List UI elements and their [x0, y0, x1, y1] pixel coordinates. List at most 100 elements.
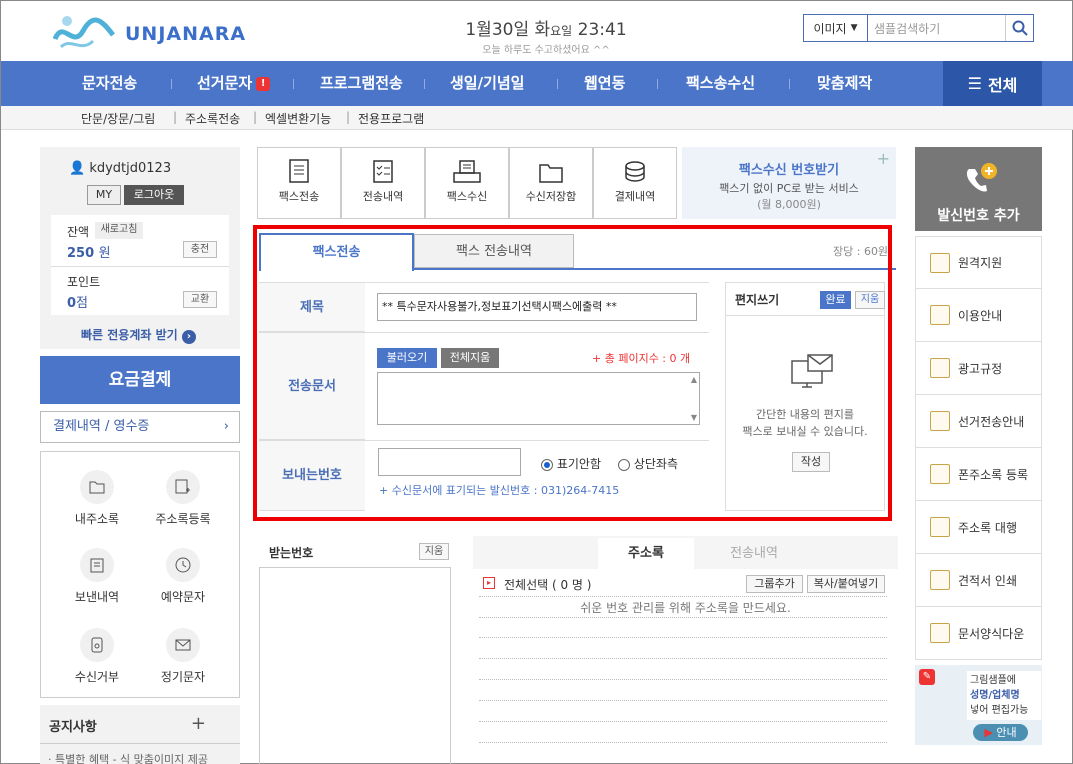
- nav-item-election[interactable]: 선거문자!: [197, 61, 271, 106]
- notice-panel: 공지사항 + · 특별한 혜택 - 식 맞춤이미지 제공: [40, 705, 240, 764]
- notice-title: 공지사항: [49, 720, 97, 735]
- nav-divider: [657, 79, 658, 89]
- logo-wave-icon: [53, 16, 115, 49]
- checkbox-icon[interactable]: ▸: [483, 577, 495, 589]
- plus-icon: +: [876, 149, 890, 168]
- nav-item-web[interactable]: 웹연동: [584, 61, 625, 106]
- pay-button[interactable]: 요금결제: [40, 356, 240, 404]
- subnav-item-exclusive[interactable]: 전용프로그램: [358, 110, 424, 127]
- notice-divider: [40, 743, 240, 744]
- tile-fax-send[interactable]: 팩스전송: [257, 147, 341, 219]
- mail-icon: [166, 628, 200, 662]
- nav-item-custom[interactable]: 맞춤제작: [817, 61, 872, 106]
- search-input[interactable]: 샘플검색하기: [868, 15, 1005, 41]
- nav-divider: [171, 79, 172, 89]
- search-type-select[interactable]: 이미지 ▼: [804, 15, 868, 41]
- link-label: 선거전송안내: [958, 414, 1025, 429]
- subnav-divider: |: [346, 110, 351, 124]
- tile-inbox[interactable]: 수신저장함: [509, 147, 593, 219]
- tile-label: 전송내역: [362, 190, 404, 203]
- search-bar: 이미지 ▼ 샘플검색하기: [803, 14, 1034, 42]
- site-logo[interactable]: UNJANARA: [53, 5, 253, 57]
- balance-value: 250 원: [67, 242, 111, 261]
- promo-guide-button[interactable]: ▶ 안내: [973, 724, 1028, 741]
- balance-unit: 원: [98, 246, 111, 261]
- quick-item-add-address[interactable]: 주소록등록: [143, 470, 223, 527]
- printer-icon: [930, 570, 950, 590]
- link-quote-print[interactable]: 견적서 인쇄: [915, 554, 1042, 607]
- phone-add-icon: [959, 161, 999, 201]
- recipient-clear-button[interactable]: 지움: [419, 543, 449, 560]
- book-icon: [930, 305, 950, 325]
- link-doc-download[interactable]: 문서양식다운: [915, 607, 1042, 660]
- nav-all-button[interactable]: ☰ 전체: [943, 61, 1042, 106]
- current-datetime: 1월30일 화요일 23:41: [421, 15, 671, 40]
- promo-text: 그림샘플에 성명/업체명 넣어 편집가능: [967, 671, 1041, 720]
- nav-item-fax[interactable]: 팩스송수신: [686, 61, 755, 106]
- document-icon: [930, 517, 950, 537]
- tile-label: 팩스전송: [278, 190, 320, 203]
- search-button[interactable]: [1005, 15, 1033, 41]
- link-address-agency[interactable]: 주소록 대행: [915, 501, 1042, 554]
- receipt-label: 결제내역 / 영수증: [53, 419, 150, 434]
- fast-account-link[interactable]: 빠른 전용계좌 받기 ›: [81, 326, 196, 344]
- link-phone-contacts[interactable]: 폰주소록 등록: [915, 448, 1042, 501]
- nav-item-birthday[interactable]: 생일/기념일: [450, 61, 524, 106]
- subnav-item-excel[interactable]: 엑셀변환기능: [265, 110, 331, 127]
- charge-button[interactable]: 충전: [183, 241, 217, 258]
- date-text: 1월30일 화: [465, 20, 551, 40]
- dotted-row: [479, 721, 887, 722]
- fax-receive-title: 팩스수신 번호받기: [738, 163, 840, 178]
- notice-item[interactable]: · 특별한 혜택 - 식 맞춤이미지 제공: [48, 751, 208, 764]
- phone-icon: [930, 464, 950, 484]
- subnav-item-message[interactable]: 단문/장문/그림: [81, 110, 155, 127]
- receipt-link[interactable]: 결제내역 / 영수증 ›: [40, 411, 240, 443]
- subnav-divider: |: [173, 110, 178, 124]
- point-unit: 점: [76, 296, 89, 311]
- nav-item-sms[interactable]: 문자전송: [82, 61, 137, 106]
- nav-divider: [293, 79, 294, 89]
- phone-block-icon: [80, 628, 114, 662]
- link-ad-policy[interactable]: 광고규정: [915, 342, 1042, 395]
- logout-button[interactable]: 로그아웃: [124, 185, 184, 205]
- fax-receive-promo[interactable]: + 팩스수신 번호받기 팩스기 없이 PC로 받는 서비스 (월 8,000원): [682, 147, 896, 219]
- recipient-list[interactable]: [259, 538, 451, 764]
- quick-item-sent[interactable]: 보낸내역: [57, 548, 137, 605]
- fax-machine-icon: [426, 148, 508, 188]
- tile-send-history[interactable]: 전송내역: [341, 147, 425, 219]
- point-amount: 0: [67, 296, 77, 311]
- tab-send-history[interactable]: 전송내역: [706, 538, 802, 569]
- tab-addressbook[interactable]: 주소록: [598, 538, 694, 569]
- person-card-icon: [930, 411, 950, 431]
- subnav-item-address[interactable]: 주소록전송: [185, 110, 240, 127]
- link-remote-support[interactable]: 원격지원: [915, 236, 1042, 289]
- quick-item-my-addressbook[interactable]: 내주소록: [57, 470, 137, 527]
- tile-payment-history[interactable]: 결제내역: [593, 147, 677, 219]
- balance-label: 잔액: [67, 225, 90, 239]
- add-caller-button[interactable]: 발신번호 추가: [915, 147, 1042, 231]
- quick-item-reserved[interactable]: 예약문자: [143, 548, 223, 605]
- promo-banner[interactable]: ✎ 그림샘플에 성명/업체명 넣어 편집가능 ▶ 안내: [915, 665, 1042, 745]
- clipboard-icon: [80, 548, 114, 582]
- nav-item-election-label: 선거문자: [197, 74, 253, 92]
- tile-fax-receive[interactable]: 팩스수신: [425, 147, 509, 219]
- link-election-guide[interactable]: 선거전송안내: [915, 395, 1042, 448]
- nav-all-label: 전체: [987, 75, 1018, 95]
- copy-paste-button[interactable]: 복사/붙여넣기: [807, 575, 885, 593]
- quick-item-regular[interactable]: 정기문자: [143, 628, 223, 685]
- chevron-down-icon: ▼: [850, 23, 858, 33]
- exchange-button[interactable]: 교환: [183, 291, 217, 308]
- refresh-button[interactable]: 새로고침: [95, 222, 143, 239]
- link-usage-guide[interactable]: 이용안내: [915, 289, 1042, 342]
- promo-line1: 그림샘플에: [970, 675, 1016, 686]
- quick-item-label: 보낸내역: [74, 590, 120, 604]
- plus-icon[interactable]: +: [191, 713, 206, 734]
- nav-item-program[interactable]: 프로그램전송: [320, 61, 403, 106]
- select-all-label[interactable]: 전체선택 ( 0 명 ): [504, 576, 591, 593]
- my-button[interactable]: MY: [87, 185, 121, 205]
- add-group-button[interactable]: 그룹추가: [746, 575, 803, 593]
- youtube-icon: ▶: [984, 726, 993, 739]
- quick-item-label: 주소록등록: [155, 512, 211, 526]
- nav-divider: [789, 79, 790, 89]
- quick-item-reject[interactable]: 수신거부: [57, 628, 137, 685]
